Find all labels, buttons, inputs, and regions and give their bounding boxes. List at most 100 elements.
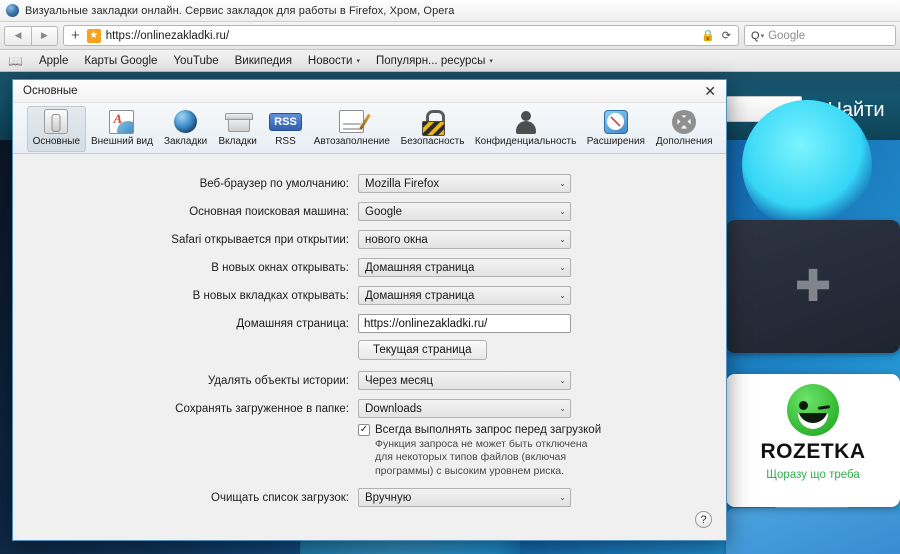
select-value: нового окна xyxy=(365,233,428,246)
chevron-down-icon: ▾ xyxy=(489,57,493,65)
row-remove-history-items: Удалять объекты истории: Через месяц ⌄ xyxy=(13,371,726,390)
control: Домашняя страница ⌄ xyxy=(358,286,571,305)
download-help-text: Функция запроса не может быть отключена … xyxy=(375,438,588,477)
switch-icon xyxy=(44,108,69,135)
row-label: Очищать список загрузок: xyxy=(211,491,349,504)
bookmark-star-icon[interactable]: ★ xyxy=(86,28,101,43)
homepage-input[interactable]: https://onlinezakladki.ru/ xyxy=(358,314,571,333)
bookmark-label: Новости xyxy=(307,54,353,67)
download-folder-select[interactable]: Downloads ⌄ xyxy=(358,399,571,418)
remove-download-list-select[interactable]: Вручную ⌄ xyxy=(358,488,571,508)
control: нового окна ⌄ xyxy=(358,230,571,249)
tab-label: Конфиденциальность xyxy=(474,136,577,147)
chevron-down-icon: ⌄ xyxy=(559,404,566,413)
tab-osnovnye[interactable]: Основные xyxy=(27,106,86,152)
control: Вручную ⌄ xyxy=(358,488,571,508)
row-new-windows-open-with: В новых окнах открывать: Домашняя страни… xyxy=(13,258,726,277)
search-engine-select[interactable]: Google ⌄ xyxy=(358,202,571,221)
row-label: Удалять объекты истории: xyxy=(207,374,349,387)
new-tabs-select[interactable]: Домашняя страница ⌄ xyxy=(358,286,571,305)
forward-button[interactable]: ▶ xyxy=(31,25,58,46)
remove-history-select[interactable]: Через месяц ⌄ xyxy=(358,371,571,390)
row-download-help-text: Функция запроса не может быть отключена … xyxy=(13,438,726,478)
chevron-down-icon: ⌄ xyxy=(559,179,566,188)
bookmarks-bar: 📖 Apple Карты Google YouTube Википедия Н… xyxy=(0,50,900,72)
bookmark-wikipedia[interactable]: Википедия xyxy=(235,55,292,67)
tab-rss[interactable]: RSS RSS xyxy=(262,106,308,152)
back-button[interactable]: ◀ xyxy=(4,25,31,46)
new-windows-select[interactable]: Домашняя страница ⌄ xyxy=(358,258,571,277)
row-default-browser: Веб-браузер по умолчанию: Mozilla Firefo… xyxy=(13,174,726,193)
row-label: В новых окнах открывать: xyxy=(211,261,349,274)
tab-dopolneniya[interactable]: Дополнения xyxy=(650,106,718,152)
address-bar[interactable]: + ★ https://onlinezakladki.ru/ 🔒 ⟳ xyxy=(63,25,739,46)
lock-icon: 🔒 xyxy=(701,30,715,42)
chevron-down-icon: ⌄ xyxy=(559,207,566,216)
bookmark-karty-google[interactable]: Карты Google xyxy=(84,55,157,67)
default-browser-select[interactable]: Mozilla Firefox ⌄ xyxy=(358,174,571,193)
dialog-title: Основные xyxy=(23,85,78,97)
row-label: В новых вкладках открывать: xyxy=(192,289,349,302)
tab-bezopasnost[interactable]: Безопасность xyxy=(395,106,470,152)
close-icon[interactable]: ✕ xyxy=(700,84,720,98)
chevron-down-icon: ⌄ xyxy=(559,263,566,272)
plus-icon: ✚ xyxy=(794,261,832,311)
dialog-titlebar: Основные ✕ xyxy=(13,80,726,103)
ask-before-download-label: Всегда выполнять запрос перед загрузкой xyxy=(375,424,602,436)
control: Домашняя страница ⌄ xyxy=(358,258,571,277)
tab-label: RSS xyxy=(275,136,296,147)
browser-titlebar: Визуальные закладки онлайн. Сервис закла… xyxy=(0,0,900,22)
tab-konfidencialnost[interactable]: Конфиденциальность xyxy=(470,106,582,152)
wink-eye xyxy=(817,405,831,410)
bookmark-youtube[interactable]: YouTube xyxy=(173,55,218,67)
row-homepage: Домашняя страница: https://onlinezakladk… xyxy=(13,314,726,333)
control: Mozilla Firefox ⌄ xyxy=(358,174,571,193)
row-search-engine: Основная поисковая машина: Google ⌄ xyxy=(13,202,726,221)
tab-vneshnij-vid[interactable]: Внешний вид xyxy=(86,106,159,152)
appearance-icon xyxy=(109,108,135,135)
control: Google ⌄ xyxy=(358,202,571,221)
chevron-down-icon[interactable]: ▾ xyxy=(761,32,765,40)
select-value: Downloads xyxy=(365,402,422,415)
row-label: Домашняя страница: xyxy=(236,317,349,330)
tile-rozetka[interactable]: ROZETKA Щоразу що треба xyxy=(726,374,900,507)
tab-zakladki[interactable]: Закладки xyxy=(158,106,212,152)
select-value: Mozilla Firefox xyxy=(365,177,440,190)
tile-empty[interactable]: ✚ xyxy=(726,220,900,353)
tab-label: Безопасность xyxy=(400,136,465,147)
window-favicon xyxy=(6,4,19,17)
new-tab-icon[interactable]: + xyxy=(69,28,82,43)
select-value: Домашняя страница xyxy=(365,289,475,302)
row-label: Основная поисковая машина: xyxy=(189,205,349,218)
person-icon xyxy=(515,108,537,135)
safari-opens-with-select[interactable]: нового окна ⌄ xyxy=(358,230,571,249)
gear-icon xyxy=(672,108,697,135)
bookmark-novosti[interactable]: Новости ▾ xyxy=(308,55,360,67)
control: Через месяц ⌄ xyxy=(358,371,571,390)
row-label: Веб-браузер по умолчанию: xyxy=(199,177,349,190)
tab-label: Дополнения xyxy=(655,136,713,147)
lock-icon xyxy=(422,108,446,136)
row-download-folder: Сохранять загруженное в папке: Downloads… xyxy=(13,399,726,418)
tile-empty[interactable]: ✚ xyxy=(726,508,900,554)
bookmark-apple[interactable]: Apple xyxy=(39,55,68,67)
ask-before-download-checkbox[interactable]: ✓ xyxy=(358,424,370,436)
bookmark-popular-resources[interactable]: Популярн... ресурсы ▾ xyxy=(376,55,493,67)
address-url: https://onlinezakladki.ru/ xyxy=(105,29,230,42)
current-page-button[interactable]: Текущая страница xyxy=(358,340,487,360)
tab-rasshireniya[interactable]: Расширения xyxy=(581,106,650,152)
help-button[interactable]: ? xyxy=(695,511,712,528)
reload-icon[interactable]: ⟳ xyxy=(722,29,731,42)
browser-search-input[interactable]: Q ▾ Google xyxy=(744,25,896,46)
row-remove-download-list-items: Очищать список загрузок: Вручную ⌄ xyxy=(13,488,726,508)
book-icon[interactable]: 📖 xyxy=(8,54,23,68)
row-label: Safari открывается при открытии: xyxy=(171,233,349,246)
tab-vkladki[interactable]: Вкладки xyxy=(213,106,263,152)
chevron-down-icon: ⌄ xyxy=(559,376,566,385)
control: Downloads ⌄ xyxy=(358,399,571,418)
tab-label: Автозаполнение xyxy=(313,136,390,147)
preferences-toolbar: Основные Внешний вид Закладки Вкладки RS… xyxy=(13,103,726,154)
tab-avtozapolnenie[interactable]: Автозаполнение xyxy=(308,106,395,152)
